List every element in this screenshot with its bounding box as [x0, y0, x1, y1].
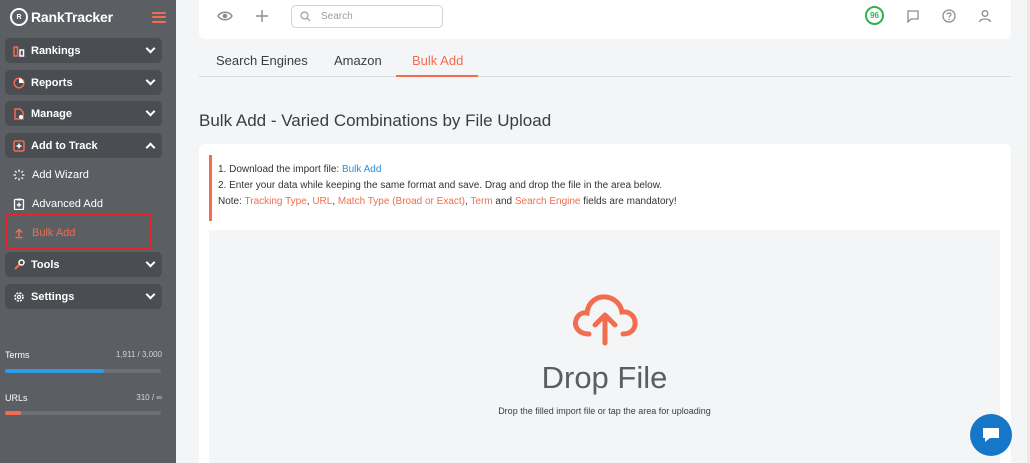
nav-group-label: Rankings [31, 44, 81, 57]
instruction-step-1: 1. Download the import file: Bulk Add [218, 162, 677, 178]
tab-amazon[interactable]: Amazon [334, 53, 382, 68]
chevron-down-icon [145, 257, 156, 268]
required-field: Tracking Type [244, 196, 307, 207]
tools-icon [13, 258, 25, 271]
chevron-down-icon [145, 289, 156, 300]
drop-file-title: Drop File [541, 360, 668, 395]
advanced-add-icon [13, 198, 25, 210]
score-badge[interactable]: 96 [865, 6, 884, 25]
search-icon [300, 11, 311, 22]
settings-icon [13, 291, 25, 303]
chat-icon [983, 428, 999, 442]
required-field: Match Type (Broad or Exact) [337, 196, 465, 207]
nav-group-label: Manage [31, 107, 72, 120]
urls-label: URLs [5, 393, 28, 403]
file-dropzone[interactable]: Drop File Drop the filled import file or… [209, 230, 1000, 463]
message-icon[interactable] [905, 8, 921, 24]
add-to-track-icon [13, 139, 25, 152]
manage-icon [13, 107, 25, 120]
nav-group-rankings[interactable]: Rankings [5, 38, 162, 63]
terms-progress-fill [5, 369, 105, 373]
active-tab-underline [396, 75, 478, 77]
required-field: Search Engine [514, 196, 581, 207]
required-field: URL [312, 196, 333, 207]
download-import-file-link[interactable]: Bulk Add [342, 164, 381, 175]
tab-bulk-add[interactable]: Bulk Add [412, 53, 463, 68]
search-input[interactable]: Search [291, 5, 443, 28]
terms-value: 1,911 / 3,000 [115, 350, 162, 359]
urls-progress-fill [5, 411, 21, 415]
top-bar: Search 96 [199, 0, 1011, 39]
sidebar-item-label: Advanced Add [32, 198, 103, 210]
logo-icon: R [10, 8, 28, 26]
chevron-down-icon [145, 43, 156, 54]
nav-group-label: Settings [31, 290, 75, 303]
brand-name: RankTracker [31, 9, 113, 25]
cloud-upload-icon [573, 294, 638, 346]
note-suffix: fields are mandatory! [580, 196, 677, 207]
terms-label: Terms [5, 350, 30, 360]
logo-row: R RankTracker [0, 0, 176, 34]
nav-group-add-to-track[interactable]: Add to Track [5, 133, 162, 158]
terms-progress-bar [5, 369, 161, 373]
search-placeholder: Search [321, 11, 353, 22]
nav-group-label: Add to Track [31, 139, 98, 152]
sidebar-item-add-wizard[interactable]: Add Wizard [13, 169, 89, 181]
sidebar: R RankTracker Rankings Reports Manage Ad… [0, 0, 176, 463]
wizard-icon [13, 169, 25, 181]
urls-value: 310 / ∞ [136, 393, 162, 402]
required-field: Term [470, 196, 493, 207]
separator: and [492, 196, 515, 207]
plus-icon[interactable] [254, 8, 270, 24]
help-icon[interactable] [941, 8, 957, 24]
hamburger-menu-icon[interactable] [152, 11, 166, 23]
urls-progress-bar [5, 411, 161, 415]
reports-icon [13, 76, 25, 89]
chevron-down-icon [145, 106, 156, 117]
upload-icon [13, 227, 25, 239]
nav-group-label: Reports [31, 76, 73, 89]
instruction-text: 1. Download the import file: [218, 164, 342, 175]
sidebar-item-label: Bulk Add [32, 227, 76, 239]
eye-icon[interactable] [217, 8, 233, 24]
chat-button[interactable] [970, 414, 1012, 456]
user-icon[interactable] [977, 8, 993, 24]
drop-file-subtitle: Drop the filled import file or tap the a… [498, 406, 711, 416]
note-label: Note: [218, 196, 245, 207]
sidebar-item-label: Add Wizard [32, 169, 89, 181]
nav-group-tools[interactable]: Tools [5, 252, 162, 277]
bulk-add-card: 1. Download the import file: Bulk Add 2.… [199, 144, 1011, 463]
sidebar-item-advanced-add[interactable]: Advanced Add [13, 198, 103, 210]
nav-group-manage[interactable]: Manage [5, 101, 162, 126]
instruction-note: Note: Tracking Type, URL, Match Type (Br… [218, 194, 677, 210]
chevron-down-icon [145, 75, 156, 86]
chevron-up-icon [145, 142, 156, 152]
nav-group-label: Tools [31, 258, 60, 271]
page-title: Bulk Add - Varied Combinations by File U… [199, 111, 552, 130]
instruction-step-2: 2. Enter your data while keeping the sam… [218, 180, 663, 191]
tab-search-engines[interactable]: Search Engines [216, 53, 308, 68]
rankings-icon [13, 45, 25, 57]
sidebar-item-bulk-add[interactable]: Bulk Add [13, 227, 75, 239]
nav-group-reports[interactable]: Reports [5, 70, 162, 95]
tab-bar: Search Engines Amazon Bulk Add [199, 49, 1011, 77]
instructions: 1. Download the import file: Bulk Add 2.… [209, 155, 677, 221]
nav-group-settings[interactable]: Settings [5, 284, 162, 309]
